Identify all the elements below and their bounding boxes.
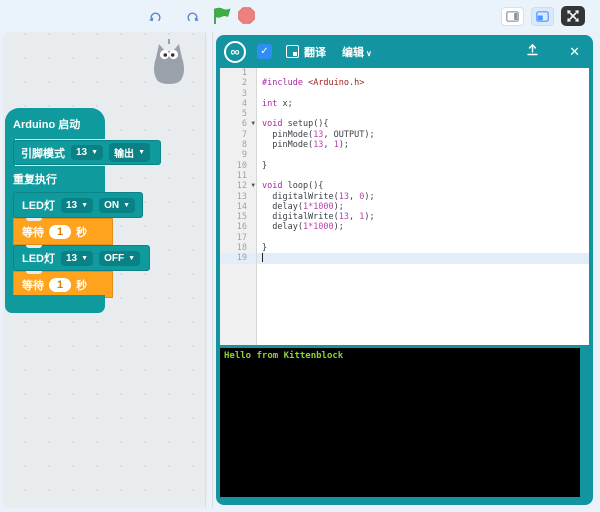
line-number: 18: [220, 243, 256, 253]
led-label: LED灯: [22, 250, 55, 266]
line-number: 15: [220, 212, 256, 222]
code-line[interactable]: digitalWrite(13, 1);: [257, 212, 589, 222]
serial-terminal[interactable]: Hello from Kittenblock: [220, 348, 580, 497]
wait-label: 等待: [22, 277, 44, 293]
wait-label: 等待: [22, 224, 44, 240]
green-flag-icon[interactable]: [212, 7, 232, 30]
dropdown-arrow-icon: ▼: [81, 202, 88, 209]
line-number: 8: [220, 140, 256, 150]
code-line[interactable]: [257, 233, 589, 243]
code-line[interactable]: delay(1*1000);: [257, 222, 589, 232]
code-line[interactable]: [257, 109, 589, 119]
led-off-block[interactable]: LED灯 13▼ OFF▼: [13, 245, 150, 271]
line-number: 13: [220, 192, 256, 202]
code-line[interactable]: [257, 171, 589, 181]
line-number: 9: [220, 150, 256, 160]
line-number: 11: [220, 171, 256, 181]
code-line[interactable]: [257, 253, 589, 263]
editor-gutter: 123456▼789101112▼13141516171819: [220, 68, 257, 345]
dropdown-arrow-icon: ▼: [91, 149, 98, 156]
pin-mode-label: 引脚模式: [21, 145, 65, 161]
line-number: 14: [220, 202, 256, 212]
code-line[interactable]: delay(1*1000);: [257, 202, 589, 212]
auto-refresh-checkbox[interactable]: ✓: [257, 44, 272, 59]
top-toolbar: [0, 0, 600, 31]
code-line[interactable]: #include <Arduino.h>: [257, 78, 589, 88]
code-line[interactable]: pinMode(13, OUTPUT);: [257, 130, 589, 140]
owl-sprite: [149, 38, 189, 91]
block-workspace[interactable]: Arduino 启动 引脚模式 13▼ 输出▼ 重复执行 LED灯 13▼ ON…: [3, 32, 207, 508]
led-label: LED灯: [22, 197, 55, 213]
arduino-logo-icon[interactable]: ∞: [224, 41, 246, 63]
wait-unit-label: 秒: [76, 277, 87, 293]
repeat-forever-row[interactable]: 重复执行: [5, 166, 105, 192]
redo-icon[interactable]: [186, 10, 199, 28]
upload-icon[interactable]: [526, 43, 539, 61]
led-on-block[interactable]: LED灯 13▼ ON▼: [13, 192, 143, 218]
code-editor[interactable]: 123456▼789101112▼13141516171819 #include…: [220, 68, 589, 345]
led-pin-dropdown[interactable]: 13▼: [61, 198, 93, 213]
code-line[interactable]: pinMode(13, 1);: [257, 140, 589, 150]
pin-mode-block[interactable]: 引脚模式 13▼ 输出▼: [13, 140, 161, 165]
code-line[interactable]: }: [257, 161, 589, 171]
line-number: 10: [220, 161, 256, 171]
close-icon[interactable]: ✕: [569, 44, 580, 60]
line-number: 1: [220, 68, 256, 78]
line-number: 19: [220, 253, 256, 263]
editor-code[interactable]: #include <Arduino.h>int x;void setup(){ …: [257, 68, 589, 345]
stop-icon[interactable]: [238, 7, 255, 29]
fold-arrow-icon[interactable]: ▼: [251, 119, 255, 129]
terminal-line: Hello from Kittenblock: [224, 350, 576, 363]
dropdown-arrow-icon: ▼: [81, 255, 88, 262]
translate-button[interactable]: 翻译: [304, 44, 326, 60]
line-number: 4: [220, 99, 256, 109]
fold-arrow-icon[interactable]: ▼: [251, 181, 255, 191]
led-pin-dropdown[interactable]: 13▼: [61, 251, 93, 266]
chevron-down-icon: ∨: [366, 49, 372, 58]
wait-value-input[interactable]: 1: [49, 278, 71, 292]
wait-unit-label: 秒: [76, 224, 87, 240]
line-number: 6▼: [220, 119, 256, 129]
dropdown-arrow-icon: ▼: [123, 202, 130, 209]
line-number: 7: [220, 130, 256, 140]
code-line[interactable]: [257, 150, 589, 160]
code-line[interactable]: [257, 89, 589, 99]
text-cursor: [262, 253, 263, 262]
edit-menu-button[interactable]: 编辑∨: [342, 44, 372, 60]
arduino-start-block-bottom[interactable]: [5, 295, 105, 313]
line-number: 17: [220, 233, 256, 243]
code-panel: ∞ ✓ 翻译 编辑∨ ✕ 123456▼789101112▼1314151617…: [216, 35, 593, 505]
line-number: 16: [220, 222, 256, 232]
code-line[interactable]: void setup(){: [257, 119, 589, 129]
console-icon[interactable]: [286, 45, 299, 58]
repeat-forever-label: 重复执行: [13, 171, 57, 187]
arduino-start-label: Arduino 启动: [13, 116, 80, 132]
line-number: 2: [220, 78, 256, 88]
line-number: 5: [220, 109, 256, 119]
code-line[interactable]: void loop(){: [257, 181, 589, 191]
arduino-start-block[interactable]: Arduino 启动: [5, 108, 105, 139]
stage-layout-button[interactable]: [501, 7, 524, 26]
code-line[interactable]: int x;: [257, 99, 589, 109]
fullscreen-button[interactable]: [561, 6, 585, 26]
code-line[interactable]: [257, 68, 589, 78]
mode-dropdown[interactable]: 输出▼: [109, 143, 150, 162]
led-state-dropdown[interactable]: OFF▼: [99, 251, 140, 266]
split-layout-button[interactable]: [531, 7, 554, 26]
panel-resize-handle[interactable]: [205, 32, 213, 508]
led-state-dropdown[interactable]: ON▼: [99, 198, 135, 213]
dropdown-arrow-icon: ▼: [128, 255, 135, 262]
line-number: 12▼: [220, 181, 256, 191]
wait-block[interactable]: 等待 1 秒: [13, 218, 113, 245]
code-line[interactable]: digitalWrite(13, 0);: [257, 192, 589, 202]
undo-icon[interactable]: [149, 10, 162, 28]
line-number: 3: [220, 89, 256, 99]
dropdown-arrow-icon: ▼: [138, 149, 145, 156]
view-buttons: [501, 6, 585, 26]
code-panel-header: ∞ ✓ 翻译 编辑∨ ✕: [216, 35, 593, 68]
code-line[interactable]: }: [257, 243, 589, 253]
wait-value-input[interactable]: 1: [49, 225, 71, 239]
wait-block[interactable]: 等待 1 秒: [13, 271, 113, 298]
pin-dropdown[interactable]: 13▼: [71, 145, 103, 160]
